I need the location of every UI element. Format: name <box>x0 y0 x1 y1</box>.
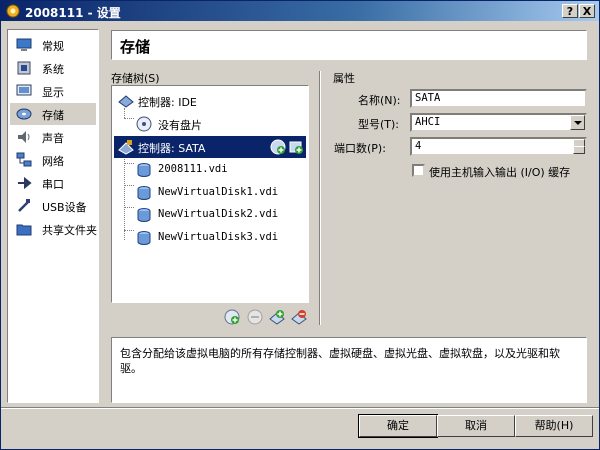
usb-icon <box>18 199 30 212</box>
nav-label: USB设备 <box>42 201 87 214</box>
settings-window: 2008111 - 设置 ? X 常规 系统 显示 存储 声音 网络 串口 US… <box>0 0 600 450</box>
tree-item-disk[interactable]: 2008111.vdi <box>114 159 306 181</box>
cancel-button[interactable]: 取消 <box>437 415 515 437</box>
add-controller-icon[interactable] <box>224 309 240 325</box>
tree-item-label: 控制器: IDE <box>138 96 197 109</box>
type-select[interactable]: AHCI <box>410 113 587 132</box>
storage-tree-label: 存储树(S) <box>111 72 160 85</box>
tree-item-label: NewVirtualDisk1.vdi <box>158 186 279 198</box>
nav-label: 网络 <box>42 155 64 168</box>
spin-down-icon[interactable] <box>573 146 585 154</box>
host-io-checkbox[interactable] <box>412 164 425 177</box>
ok-button[interactable]: 确定 <box>358 414 438 438</box>
ide-controller-icon <box>118 95 134 108</box>
chevron-down-icon[interactable] <box>570 115 585 130</box>
serial-port-icon <box>18 176 32 190</box>
nav-label: 声音 <box>42 132 64 145</box>
nav-item-general[interactable]: 常规 <box>10 34 96 56</box>
nav-label: 显示 <box>42 86 64 99</box>
nav-label: 串口 <box>42 178 64 191</box>
storage-tree[interactable]: 控制器: IDE 没有盘片 控制器: SATA 2008111.vdi NewV… <box>111 85 309 303</box>
name-label: 名称(N): <box>358 94 401 107</box>
sata-controller-icon <box>118 140 134 155</box>
hard-disk-icon <box>137 186 151 200</box>
nav-item-usb[interactable]: USB设备 <box>10 195 96 217</box>
help-button[interactable]: 帮助(H) <box>515 415 593 437</box>
name-value: SATA <box>415 92 441 104</box>
hard-disk-icon <box>137 208 151 222</box>
host-io-label: 使用主机输入输出 (I/O) 缓存 <box>429 166 571 179</box>
nav-item-network[interactable]: 网络 <box>10 149 96 171</box>
section-title: 存储 <box>111 30 587 60</box>
info-box: 包含分配给该虚拟电脑的所有存储控制器、虚拟硬盘、虚拟光盘、虚拟软盘，以及光驱和软… <box>111 337 587 403</box>
network-icon <box>16 152 32 167</box>
disk-icon <box>16 108 32 120</box>
tree-item-label: 控制器: SATA <box>138 142 206 155</box>
nav-label: 共享文件夹 <box>42 224 97 237</box>
window-title: 2008111 - 设置 <box>25 6 121 20</box>
tree-item-ide-controller[interactable]: 控制器: IDE <box>114 90 306 112</box>
folder-icon <box>16 224 32 236</box>
type-label: 型号(T): <box>358 118 400 131</box>
nav-item-serial-port[interactable]: 串口 <box>10 172 96 194</box>
display-icon <box>16 84 32 96</box>
tree-item-disk[interactable]: NewVirtualDisk1.vdi <box>114 182 306 204</box>
ports-value: 4 <box>415 140 422 152</box>
tree-item-disk[interactable]: NewVirtualDisk2.vdi <box>114 204 306 226</box>
monitor-icon <box>16 38 32 51</box>
attributes-label: 属性 <box>333 72 355 85</box>
hard-disk-icon <box>137 231 151 245</box>
speaker-icon <box>18 131 30 143</box>
tree-item-label: 没有盘片 <box>158 119 202 132</box>
remove-controller-icon[interactable] <box>247 309 263 325</box>
footer-divider <box>1 407 599 409</box>
nav-item-storage[interactable]: 存储 <box>10 103 96 125</box>
hard-disk-icon <box>137 163 151 177</box>
tree-item-label: NewVirtualDisk3.vdi <box>158 231 279 243</box>
tree-item-label: NewVirtualDisk2.vdi <box>158 208 279 220</box>
ports-spinbox[interactable]: 4 <box>410 137 587 156</box>
chip-icon <box>17 61 31 75</box>
ports-label: 端口数(P): <box>334 142 386 155</box>
settings-nav: 常规 系统 显示 存储 声音 网络 串口 USB设备 共享文件夹 <box>7 29 99 403</box>
tree-item-empty-disc[interactable]: 没有盘片 <box>114 113 306 135</box>
title-bar: 2008111 - 设置 ? X <box>1 1 599 21</box>
type-value: AHCI <box>415 116 441 128</box>
add-hdd-icon[interactable] <box>288 139 304 155</box>
nav-item-display[interactable]: 显示 <box>10 80 96 102</box>
optical-disc-icon <box>136 116 152 132</box>
info-text: 包含分配给该虚拟电脑的所有存储控制器、虚拟硬盘、虚拟光盘、虚拟软盘，以及光驱和软… <box>120 347 560 375</box>
tree-item-label: 2008111.vdi <box>158 163 228 175</box>
gear-icon <box>6 4 20 18</box>
tree-item-sata-controller[interactable]: 控制器: SATA <box>114 136 306 158</box>
nav-label: 存储 <box>42 109 64 122</box>
nav-label: 常规 <box>42 40 64 53</box>
remove-attachment-icon[interactable] <box>291 309 307 325</box>
nav-item-system[interactable]: 系统 <box>10 57 96 79</box>
add-attachment-icon[interactable] <box>269 309 285 325</box>
tree-item-disk[interactable]: NewVirtualDisk3.vdi <box>114 227 306 249</box>
name-input[interactable]: SATA <box>410 89 587 108</box>
nav-label: 系统 <box>42 63 64 76</box>
add-cd-icon[interactable] <box>270 139 286 155</box>
nav-item-shared-folders[interactable]: 共享文件夹 <box>10 218 97 240</box>
help-title-button[interactable]: ? <box>562 4 578 18</box>
pane-splitter[interactable] <box>319 71 321 325</box>
close-title-button[interactable]: X <box>579 4 595 18</box>
nav-item-audio[interactable]: 声音 <box>10 126 96 148</box>
